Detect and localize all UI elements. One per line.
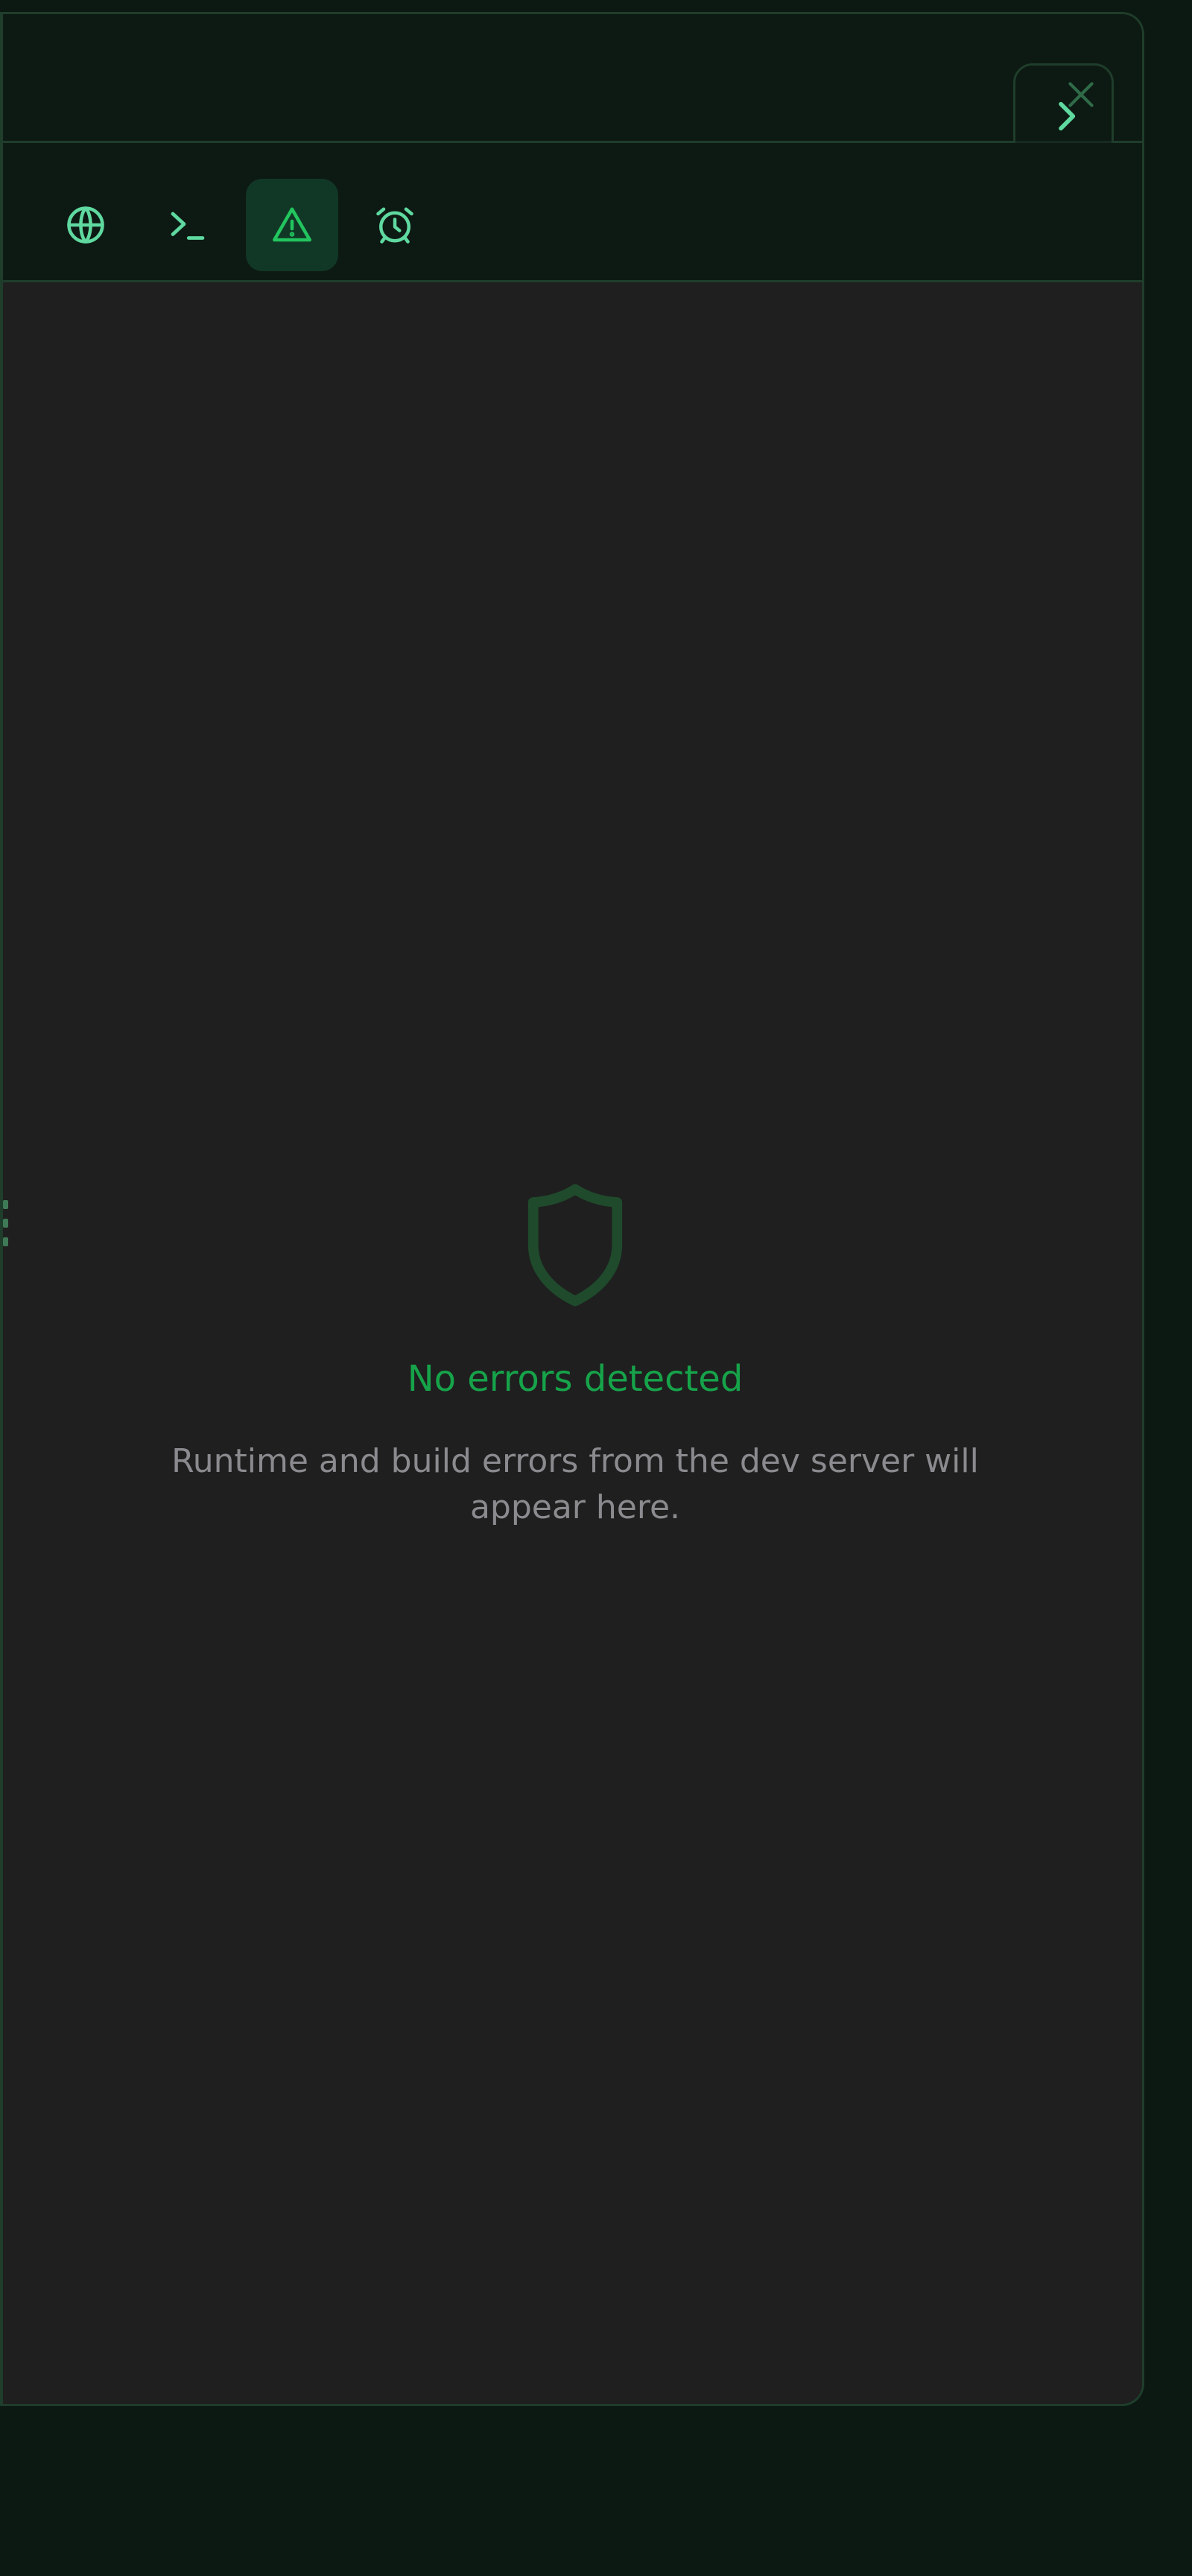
errors-panel: No errors detected Runtime and build err… [0, 12, 1144, 2406]
tool-tabbar [3, 143, 1142, 282]
chevron-right-icon [1059, 101, 1076, 131]
tab-preview[interactable] [39, 179, 132, 271]
panel-header [3, 14, 1142, 143]
empty-state-title: No errors detected [407, 1358, 744, 1400]
globe-icon [67, 206, 104, 244]
tab-terminal[interactable] [142, 179, 234, 271]
shield-icon [527, 1184, 623, 1307]
tab-timers[interactable] [349, 179, 441, 271]
empty-state-description: Runtime and build errors from the dev se… [171, 1442, 979, 1526]
warning-triangle-icon [273, 207, 311, 242]
empty-state: No errors detected Runtime and build err… [3, 1180, 1142, 1531]
alarm-clock-icon [376, 207, 413, 244]
tab-errors[interactable] [246, 179, 338, 271]
terminal-icon [171, 212, 205, 240]
